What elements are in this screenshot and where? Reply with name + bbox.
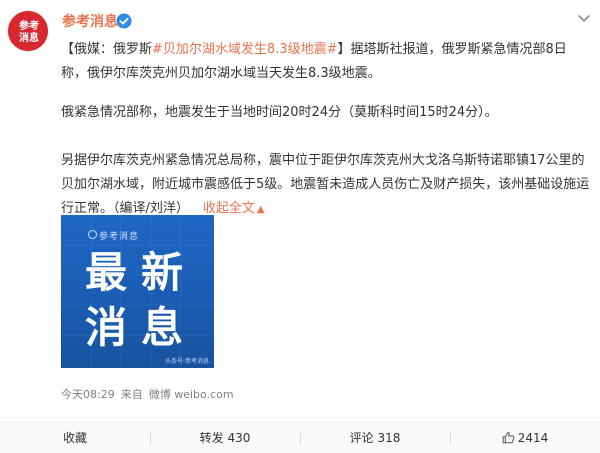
avatar-char-4: 息 xyxy=(29,31,39,44)
avatar-char-2: 考 xyxy=(29,19,39,32)
post-paragraph-2: 俄紧急情况部称，地震发生于当地时间20时24分（莫斯科时间15时24分）。 xyxy=(61,105,498,120)
chevron-up-icon[interactable]: ▲ xyxy=(257,204,265,215)
collapse-text-link[interactable]: 收起全文 ▲ xyxy=(203,201,265,216)
post-image[interactable]: 参考消息 最 新 消 息 头条号:参考消息 xyxy=(61,215,214,368)
avatar-logo-icon: 参 考 消 息 xyxy=(8,11,48,51)
image-char-4: 息 xyxy=(141,303,184,352)
image-char-2: 新 xyxy=(141,248,184,297)
bracket-open: 【 xyxy=(61,42,75,57)
like-button[interactable]: 2414 xyxy=(450,423,600,453)
verified-badge-icon xyxy=(116,13,132,29)
action-bar: 收藏 转发 430 评论 318 2414 xyxy=(0,423,600,453)
post-paragraph-3: 另据伊尔库茨克州紧急情况总局称，震中位于距伊尔库茨克州大戈洛乌斯特诺耶镇17公里… xyxy=(61,149,591,222)
bracket-close: 】 xyxy=(337,42,351,57)
weibo-card: 参 考 消 息 参考消息 【俄媒：俄罗斯#贝加尔湖水域发生8.3级地震#】据塔斯… xyxy=(0,0,600,453)
image-brand-icon xyxy=(88,230,97,239)
from-label: 来自 xyxy=(120,388,143,401)
post-meta: 今天08:29 来自 微博 weibo.com xyxy=(61,388,240,402)
repost-label[interactable]: 转发 430 xyxy=(200,431,251,445)
avatar-char-3: 消 xyxy=(19,31,29,44)
image-char-3: 消 xyxy=(85,303,128,352)
comment-label[interactable]: 评论 318 xyxy=(350,431,401,445)
image-watermark: 头条号:参考消息 xyxy=(164,358,209,365)
repost-button[interactable]: 转发 430 xyxy=(150,423,300,453)
paragraph-3-text: 另据伊尔库茨克州紧急情况总局称，震中位于距伊尔库茨克州大戈洛乌斯特诺耶镇17公里… xyxy=(61,153,590,216)
favorite-button[interactable]: 收藏 xyxy=(0,423,150,453)
source-prefix: 俄媒：俄罗斯 xyxy=(74,42,153,57)
avatar-char-1: 参 xyxy=(19,19,29,32)
image-brand: 参考消息 xyxy=(99,232,140,242)
post-source[interactable]: 微博 weibo.com xyxy=(149,388,234,401)
collapse-label[interactable]: 收起全文 xyxy=(203,201,255,216)
like-count[interactable]: 2414 xyxy=(518,431,549,445)
favorite-label[interactable]: 收藏 xyxy=(63,431,87,445)
author-name[interactable]: 参考消息 xyxy=(62,13,118,31)
post-header: 参 考 消 息 参考消息 xyxy=(0,0,600,51)
topic-hashtag-link[interactable]: #贝加尔湖水域发生8.3级地震# xyxy=(152,42,337,57)
image-char-1: 最 xyxy=(85,248,128,297)
chevron-down-icon[interactable] xyxy=(576,12,592,26)
post-paragraph-1: 【俄媒：俄罗斯#贝加尔湖水域发生8.3级地震#】据塔斯社报道，俄罗斯紧急情况部8… xyxy=(61,38,591,86)
post-time[interactable]: 今天08:29 xyxy=(61,388,115,401)
thumbs-up-icon[interactable] xyxy=(502,431,515,444)
comment-button[interactable]: 评论 318 xyxy=(300,423,450,453)
avatar[interactable]: 参 考 消 息 xyxy=(8,11,48,51)
